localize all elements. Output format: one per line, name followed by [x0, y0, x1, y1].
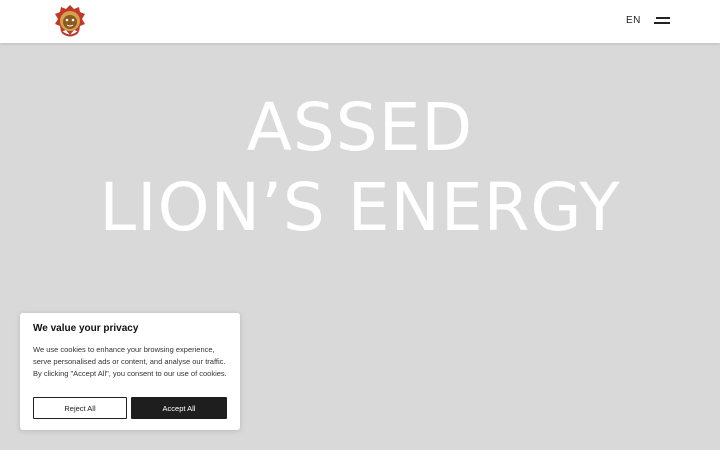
language-selector[interactable]: EN — [626, 15, 641, 26]
cookie-consent-banner: We value your privacy We use cookies to … — [20, 313, 240, 430]
reject-all-button[interactable]: Reject All — [33, 397, 127, 419]
accept-all-button[interactable]: Accept All — [131, 397, 227, 419]
site-header: EN — [0, 0, 720, 43]
cookie-banner-text: We use cookies to enhance your browsing … — [33, 345, 227, 378]
lion-head-logo-icon[interactable] — [53, 4, 87, 40]
hamburger-menu-icon[interactable] — [652, 16, 670, 26]
cookie-banner-title: We value your privacy — [33, 323, 139, 334]
hero-title: ASSED LION’S ENERGY — [0, 88, 720, 248]
hero-title-line-1: ASSED — [246, 89, 474, 166]
hero-title-line-2: LION’S ENERGY — [99, 169, 621, 246]
cookie-banner-actions: Reject All Accept All — [33, 397, 227, 419]
